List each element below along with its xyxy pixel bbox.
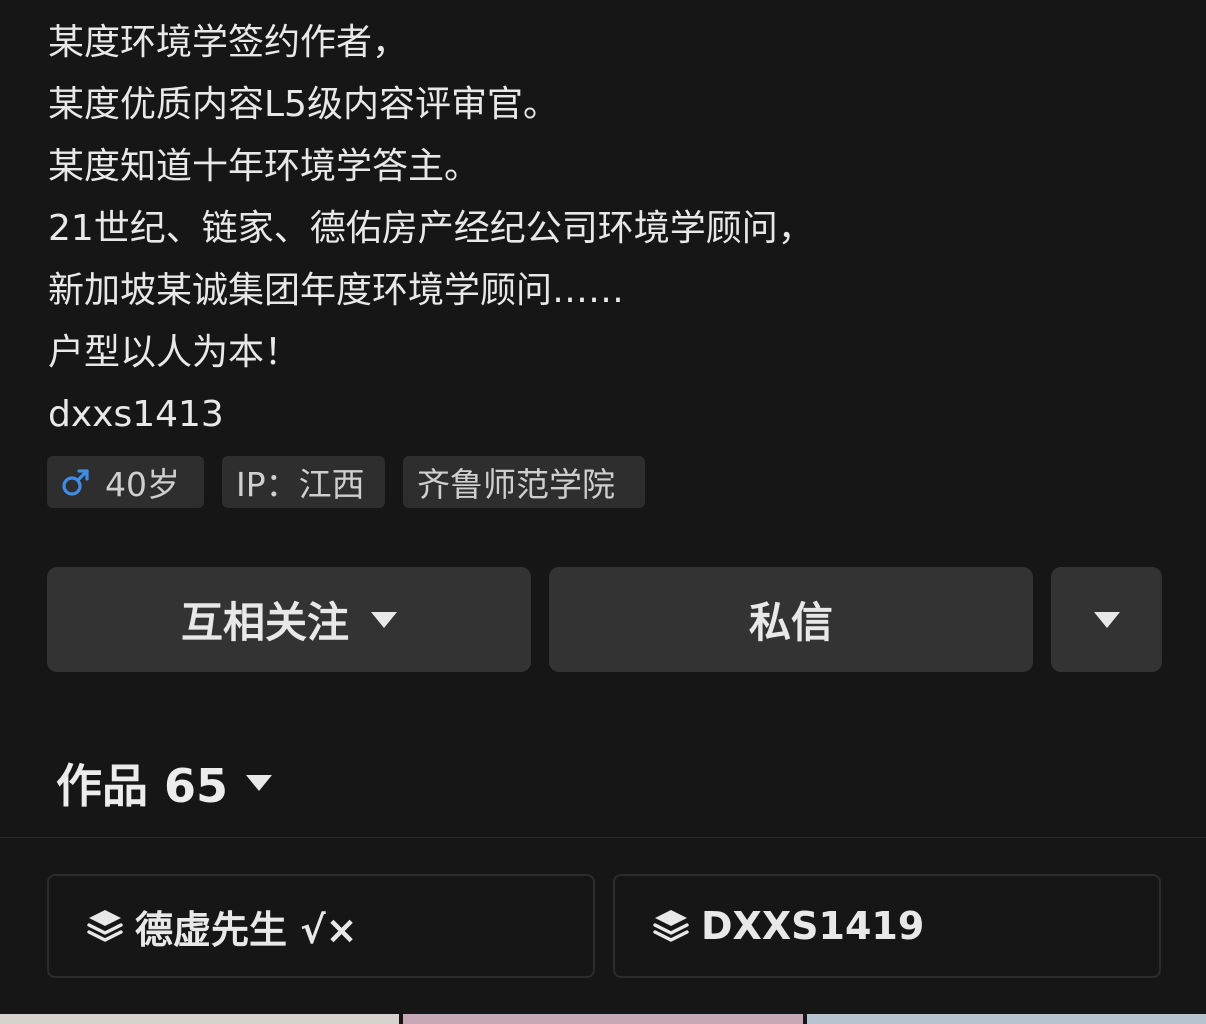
ip-location-tag: IP：江西 xyxy=(222,456,385,508)
bio-line: 某度知道十年环境学答主。 xyxy=(48,146,481,187)
works-tab[interactable]: 作品 65 xyxy=(56,750,273,816)
layers-icon xyxy=(653,910,689,942)
bio-line: 某度优质内容L5级内容评审官。 xyxy=(48,84,559,125)
bio-line: 21世纪、链家、德佑房产经纪公司环境学顾问， xyxy=(48,208,814,249)
collection-card[interactable]: 德虚先生 √× xyxy=(47,874,595,978)
bio-line: 某度环境学签约作者， xyxy=(48,22,409,63)
section-divider xyxy=(0,837,1206,838)
profile-bio: 某度环境学签约作者， 某度优质内容L5级内容评审官。 某度知道十年环境学答主。 … xyxy=(48,12,1148,446)
caret-down-icon xyxy=(371,611,397,628)
mutual-follow-label: 互相关注 xyxy=(180,598,349,647)
male-icon xyxy=(62,469,89,496)
collections-row: 德虚先生 √× DXXS1419 xyxy=(47,874,1161,978)
bio-line: dxxs1413 xyxy=(48,394,224,435)
caret-down-icon xyxy=(1093,611,1120,628)
bio-line: 户型以人为本！ xyxy=(48,332,301,373)
video-thumbnail[interactable] xyxy=(0,1014,400,1024)
gender-age-tag: 40岁 xyxy=(47,456,204,508)
profile-tags: 40岁 IP：江西 齐鲁师范学院 xyxy=(47,456,645,508)
more-options-button[interactable] xyxy=(1051,567,1162,672)
collection-card[interactable]: DXXS1419 xyxy=(613,874,1161,978)
bio-line: 新加坡某诚集团年度环境学顾问…… xyxy=(48,270,625,311)
age-label: 40岁 xyxy=(105,465,180,504)
video-thumbnails xyxy=(0,1014,1206,1024)
video-thumbnail[interactable] xyxy=(806,1014,1206,1024)
message-button[interactable]: 私信 xyxy=(549,567,1033,672)
caret-down-icon xyxy=(246,775,273,791)
collection-title: 德虚先生 √× xyxy=(135,907,358,952)
collection-title: DXXS1419 xyxy=(701,904,925,948)
works-label: 作品 65 xyxy=(56,759,229,813)
layers-icon xyxy=(87,910,123,942)
message-label: 私信 xyxy=(748,598,833,647)
video-thumbnail[interactable] xyxy=(403,1014,803,1024)
profile-actions: 互相关注 私信 xyxy=(47,567,1162,672)
school-tag[interactable]: 齐鲁师范学院 xyxy=(403,456,645,508)
mutual-follow-button[interactable]: 互相关注 xyxy=(47,567,531,672)
